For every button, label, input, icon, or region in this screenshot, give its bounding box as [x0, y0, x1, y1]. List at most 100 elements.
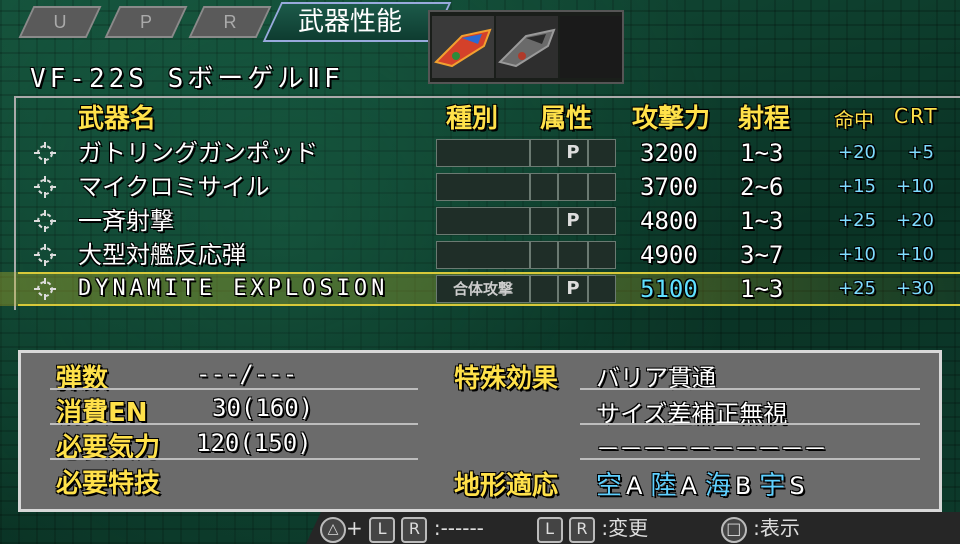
- weapon-hit-bonus: +25: [838, 278, 876, 299]
- weapon-attr-cell: [588, 275, 616, 303]
- weapon-attr-cell: [588, 207, 616, 235]
- weapon-attr-p-cell: [558, 241, 588, 269]
- weapon-attack: 3200: [640, 139, 698, 167]
- selection-border-bottom: [18, 304, 960, 306]
- weapon-range: 1~3: [740, 139, 784, 167]
- weapon-attack: 4900: [640, 241, 698, 269]
- weapon-attr-cell: [530, 173, 558, 201]
- header-attribute: 属性: [540, 104, 593, 134]
- weapon-range: 1~3: [740, 207, 784, 235]
- l-button-icon: L: [369, 516, 396, 543]
- terrain-ratings: 空A陸A海B宇S: [596, 465, 805, 502]
- weapon-row[interactable]: ガトリングガンポッド P 3200 1~3 +20 +5: [0, 136, 960, 170]
- empty-portrait-slot: [560, 16, 622, 78]
- weapon-range: 2~6: [740, 173, 784, 201]
- crosshair-icon: [34, 142, 56, 164]
- weapon-hit-bonus: +25: [838, 210, 876, 231]
- weapon-name: DYNAMITE EXPLOSION: [78, 276, 389, 301]
- weapon-hit-bonus: +10: [838, 244, 876, 265]
- divider: [50, 423, 418, 425]
- ammo-value: ---/---: [196, 360, 298, 388]
- fighter-red-icon: [432, 16, 494, 78]
- divider: [580, 388, 920, 390]
- header-range: 射程: [738, 104, 791, 134]
- header-type: 種別: [446, 104, 499, 134]
- r-button-icon: R: [401, 516, 428, 543]
- tab-p-label: P: [139, 12, 152, 32]
- triangle-button-icon: △: [320, 516, 346, 543]
- will-value: 120(150): [196, 429, 312, 457]
- weapon-attr-p-cell: P: [558, 207, 588, 235]
- weapon-row[interactable]: マイクロミサイル 3700 2~6 +15 +10: [0, 170, 960, 204]
- crosshair-icon: [34, 210, 56, 232]
- weapon-name: ガトリングガンポッド: [78, 139, 318, 167]
- weapon-hit-bonus: +15: [838, 176, 876, 197]
- weapon-row[interactable]: DYNAMITE EXPLOSION 合体攻撃 P 5100 1~3 +25 +30: [0, 272, 960, 306]
- special-effect-label: 特殊効果: [454, 364, 559, 394]
- weapon-hit-bonus: +20: [838, 142, 876, 163]
- weapon-crt-bonus: +5: [907, 142, 934, 163]
- weapon-attr-cell: [530, 241, 558, 269]
- en-cost-value: 30(160): [212, 394, 314, 422]
- terrain-sea-rank: B: [734, 472, 752, 500]
- unit-portrait-box: [428, 10, 624, 84]
- weapon-attr-p-cell: P: [558, 139, 588, 167]
- weapon-range: 3~7: [740, 241, 784, 269]
- plus-sign: +: [346, 516, 363, 540]
- header-weapon-name: 武器名: [78, 104, 157, 134]
- screen-title: 武器性能: [298, 7, 403, 37]
- tab-u-label: U: [53, 12, 67, 32]
- change-hint-text: :変更: [601, 516, 649, 540]
- square-button-icon: □: [720, 516, 747, 543]
- weapon-attr-cell: [588, 139, 616, 167]
- tab-p[interactable]: P: [104, 6, 188, 38]
- tab-u[interactable]: U: [18, 6, 102, 38]
- weapon-row[interactable]: 大型対艦反応弾 4900 3~7 +10 +10: [0, 238, 960, 272]
- weapon-attr-cell: [588, 241, 616, 269]
- weapon-attr-cell: [530, 139, 558, 167]
- weapon-attack: 5100: [640, 275, 698, 303]
- terrain-sea-name: 海: [704, 471, 731, 501]
- header-hit: 命中: [834, 108, 874, 132]
- weapon-type-cell: [436, 139, 530, 167]
- weapon-range: 1~3: [740, 275, 784, 303]
- weapon-attr-p-cell: P: [558, 275, 588, 303]
- terrain-air-rank: A: [626, 472, 643, 500]
- terrain-space-rank: S: [789, 472, 805, 500]
- weapon-attack: 4800: [640, 207, 698, 235]
- divider: [50, 458, 418, 460]
- divider: [50, 388, 418, 390]
- weapon-type-cell: 合体攻撃: [436, 275, 530, 303]
- terrain-land-name: 陸: [650, 471, 677, 501]
- crosshair-icon: [34, 176, 56, 198]
- screen-title-tab: 武器性能: [262, 2, 452, 42]
- crosshair-icon: [34, 244, 56, 266]
- terrain-space-name: 宇: [759, 471, 786, 501]
- weapon-type-cell: [436, 207, 530, 235]
- weapon-crt-bonus: +30: [896, 278, 934, 299]
- weapon-attr-cell: [530, 207, 558, 235]
- unit-name: VF-22S SボーゲルⅡF: [30, 64, 344, 94]
- weapon-crt-bonus: +20: [896, 210, 934, 231]
- terrain-air-name: 空: [596, 471, 623, 501]
- weapon-attr-p-cell: [558, 173, 588, 201]
- crosshair-icon: [34, 278, 56, 300]
- weapon-row[interactable]: 一斉射撃 P 4800 1~3 +25 +20: [0, 204, 960, 238]
- tab-r-label: R: [223, 12, 237, 32]
- weapon-crt-bonus: +10: [896, 176, 934, 197]
- r-button-icon: R: [568, 516, 595, 543]
- weapon-type-cell: [436, 173, 530, 201]
- weapon-name: 一斉射撃: [78, 207, 174, 235]
- combo-hint-text: :------: [433, 516, 484, 540]
- weapon-type-cell: [436, 241, 530, 269]
- header-attack: 攻撃力: [632, 104, 711, 134]
- terrain-label: 地形適応: [454, 471, 559, 501]
- header-crt: CRT: [894, 104, 939, 128]
- display-hint-text: :表示: [753, 516, 800, 540]
- tab-r[interactable]: R: [188, 6, 272, 38]
- divider: [580, 458, 920, 460]
- footer-hints: △ + L R :------ L R :変更 □ :表示: [320, 512, 800, 544]
- divider: [580, 423, 920, 425]
- skill-label: 必要特技: [56, 469, 161, 499]
- l-button-icon: L: [536, 516, 563, 543]
